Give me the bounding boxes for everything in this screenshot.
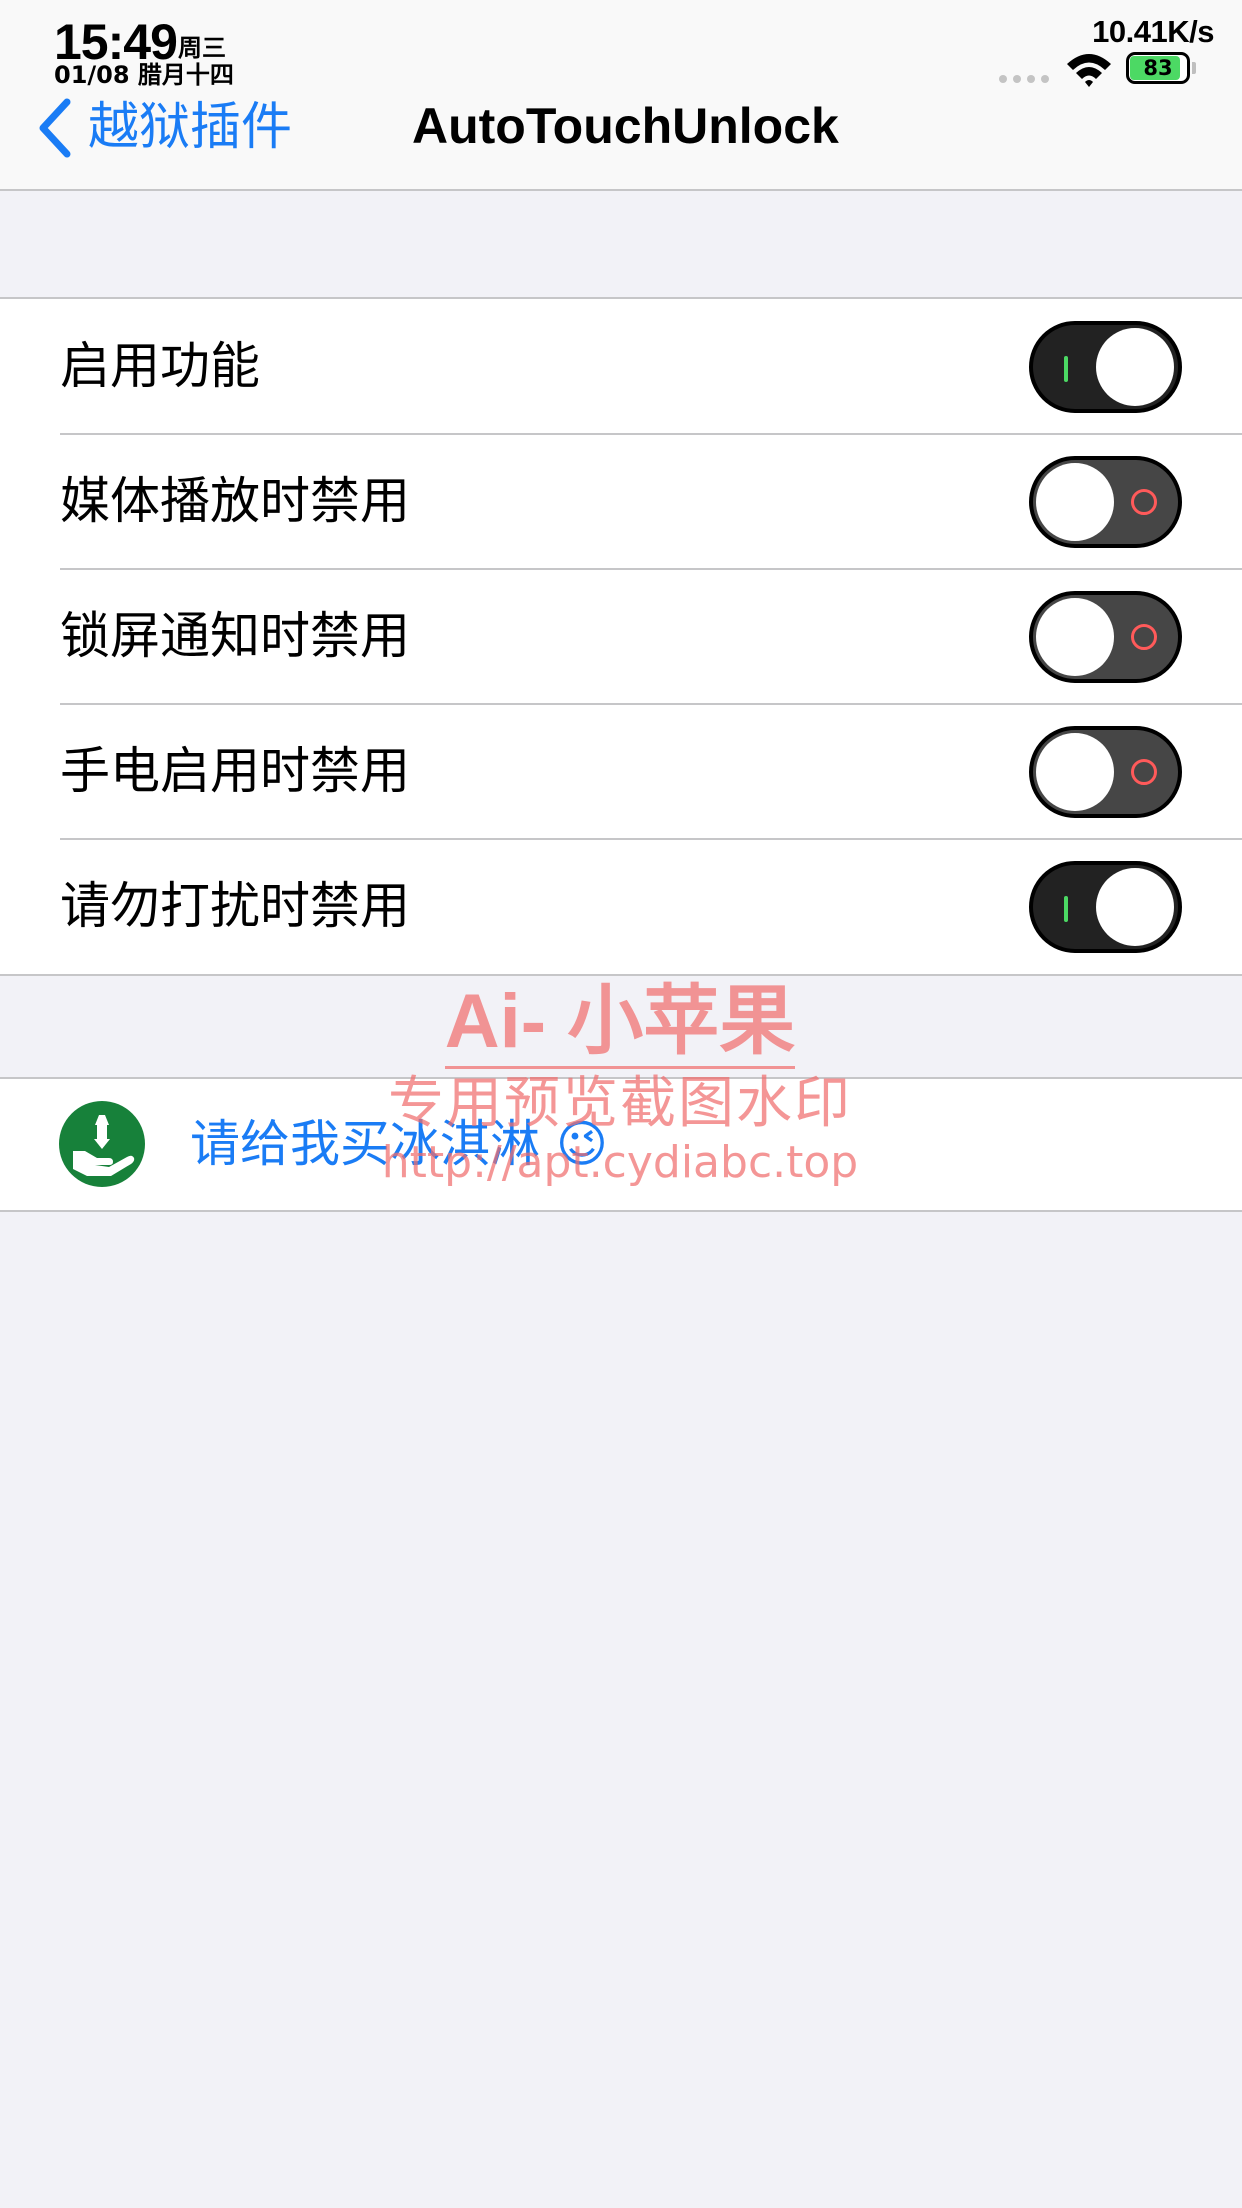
setting-label: 媒体播放时禁用 [60,472,410,530]
setting-label: 锁屏通知时禁用 [60,607,410,665]
flashlight-toggle[interactable] [1029,726,1182,818]
setting-row-media-playback: 媒体播放时禁用 [0,433,1242,569]
setting-label: 启用功能 [60,337,260,395]
do-not-disturb-toggle[interactable] [1029,861,1182,953]
setting-row-lockscreen-notification: 锁屏通知时禁用 [0,568,1242,704]
status-date: 01/08 腊月十四 [54,61,234,89]
donate-label: 请给我买冰淇淋 😉 [190,1115,609,1173]
toggle-knob [1096,868,1174,946]
enable-toggle[interactable] [1029,321,1182,413]
setting-label: 请勿打扰时禁用 [60,877,410,935]
wifi-icon [1067,54,1111,87]
status-weekday: 周三 [178,34,226,62]
setting-row-enable: 启用功能 [0,299,1242,434]
navigation-bar: 15:49 周三 01/08 腊月十四 10.41K/s 83 越狱插件 Aut… [0,0,1242,191]
toggle-knob [1036,598,1114,676]
donate-hand-icon [59,1101,145,1187]
donate-row[interactable]: 请给我买冰淇淋 😉 [0,1077,1242,1212]
page-title: AutoTouchUnlock [412,98,839,154]
settings-group: 启用功能 媒体播放时禁用 锁屏通知时禁用 手电启用时禁用 请勿打扰时禁用 [0,297,1242,976]
back-label: 越狱插件 [88,98,293,157]
cellular-signal-icon [999,75,1049,83]
watermark-title: Ai- 小苹果 [444,978,796,1069]
toggle-knob [1096,328,1174,406]
media-playback-toggle[interactable] [1029,456,1182,548]
battery-level: 83 [1143,56,1173,80]
setting-row-do-not-disturb: 请勿打扰时禁用 [0,838,1242,974]
setting-row-flashlight: 手电启用时禁用 [0,703,1242,839]
battery-icon: 83 [1126,52,1198,88]
back-button[interactable]: 越狱插件 [36,96,292,160]
toggle-knob [1036,463,1114,541]
lockscreen-notification-toggle[interactable] [1029,591,1182,683]
setting-label: 手电启用时禁用 [60,742,410,800]
chevron-left-icon [39,98,71,158]
network-speed: 10.41K/s [1092,14,1214,49]
toggle-knob [1036,733,1114,811]
